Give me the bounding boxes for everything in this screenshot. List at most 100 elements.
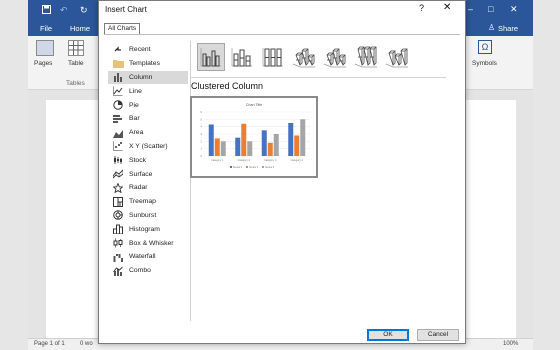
chart-type-label: Column xyxy=(129,73,153,81)
chart-type-waterfall[interactable]: Waterfall xyxy=(108,250,188,264)
chart-type-bar[interactable]: Bar xyxy=(108,112,188,126)
tab-file[interactable]: File xyxy=(40,24,52,33)
preview-bar xyxy=(247,141,253,156)
chart-type-label: X Y (Scatter) xyxy=(129,142,168,150)
chart-preview[interactable]: Chart Title 0 1 2 3 4 5 6 Category 1 Category 2 Ca… xyxy=(190,96,318,178)
close-window-icon[interactable]: ✕ xyxy=(510,4,518,14)
subtype-3d-clustered-column-icon[interactable] xyxy=(290,43,318,71)
chart-type-column[interactable]: Column xyxy=(108,70,188,85)
column-chart-icon xyxy=(112,72,124,83)
subtype-3d-100-stacked-column-icon[interactable] xyxy=(352,43,380,71)
chart-type-label: Stock xyxy=(129,156,146,164)
waterfall-chart-icon xyxy=(112,252,124,262)
pie-chart-icon xyxy=(112,100,124,110)
preview-y-tick: 2 xyxy=(201,139,203,143)
save-icon[interactable] xyxy=(42,5,51,16)
chart-type-area[interactable]: Area xyxy=(108,126,188,140)
close-icon[interactable]: ✕ xyxy=(443,2,451,13)
subtype-100-stacked-column-icon[interactable] xyxy=(259,43,287,71)
undo-icon[interactable]: ↶ xyxy=(60,5,68,15)
page-count[interactable]: Page 1 of 1 xyxy=(34,341,65,347)
radar-chart-icon xyxy=(112,182,124,193)
preview-title: Chart Title xyxy=(246,103,262,107)
tab-home[interactable]: Home xyxy=(70,24,90,33)
preview-legend-swatch xyxy=(230,166,232,168)
recent-icon xyxy=(112,45,124,55)
help-icon[interactable]: ? xyxy=(419,3,424,13)
insert-chart-dialog: Insert Chart ? ✕ All Charts Recent Templa… xyxy=(98,0,466,344)
chart-type-line[interactable]: Line xyxy=(108,84,188,98)
sunburst-chart-icon xyxy=(112,210,124,221)
preview-bar xyxy=(235,137,241,156)
chart-type-box-whisker[interactable]: Box & Whisker xyxy=(108,236,188,250)
chart-type-label: Bar xyxy=(129,115,140,123)
minimize-icon[interactable]: – xyxy=(468,4,473,14)
box-whisker-chart-icon xyxy=(112,238,124,248)
scatter-chart-icon xyxy=(112,141,124,152)
preview-y-tick: 0 xyxy=(201,154,203,158)
symbols-button[interactable]: Symbols xyxy=(472,60,497,67)
chart-type-label: Radar xyxy=(129,184,148,192)
omega-symbol-icon[interactable]: Ω xyxy=(478,40,492,54)
preview-y-tick: 1 xyxy=(201,147,203,151)
chart-type-label: Templates xyxy=(129,60,160,68)
share-person-icon[interactable]: ♙ xyxy=(488,23,495,33)
chart-type-x-y-scatter[interactable]: X Y (Scatter) xyxy=(108,140,188,154)
chart-type-label: Box & Whisker xyxy=(129,239,174,247)
preview-legend-label: Series 3 xyxy=(265,166,275,169)
preview-bar xyxy=(300,119,306,156)
chart-type-label: Treemap xyxy=(129,198,156,206)
preview-y-tick: 5 xyxy=(201,117,203,121)
preview-category-label: Category 3 xyxy=(264,159,277,162)
combo-chart-icon xyxy=(112,266,124,276)
chart-type-pie[interactable]: Pie xyxy=(108,98,188,112)
chart-type-label: Combo xyxy=(129,267,151,275)
chart-type-label: Recent xyxy=(129,46,151,54)
chart-type-label: Area xyxy=(129,129,144,137)
preview-bar xyxy=(294,135,300,156)
chart-type-label: Sunburst xyxy=(129,211,157,219)
cancel-button[interactable]: Cancel xyxy=(417,329,459,341)
subtype-3d-column-icon[interactable] xyxy=(383,43,411,71)
subtype-stacked-column-icon[interactable] xyxy=(228,43,256,71)
table-button[interactable]: Table xyxy=(68,60,84,67)
subtype-clustered-column-icon[interactable] xyxy=(197,43,225,71)
share-button[interactable]: Share xyxy=(498,24,518,33)
preview-bar xyxy=(267,142,273,156)
chart-type-recent[interactable]: Recent xyxy=(108,43,188,57)
zoom-level[interactable]: 100% xyxy=(503,341,518,347)
chart-type-list: Recent Templates Column Line Pie Bar Area X Y (… xyxy=(108,43,188,278)
variant-title: Clustered Column xyxy=(191,81,264,91)
chart-type-treemap[interactable]: Treemap xyxy=(108,195,188,209)
table-icon[interactable] xyxy=(68,40,84,56)
preview-bar xyxy=(241,123,247,156)
chart-type-sunburst[interactable]: Sunburst xyxy=(108,209,188,223)
subtype-3d-stacked-column-icon[interactable] xyxy=(321,43,349,71)
chart-type-stock[interactable]: Stock xyxy=(108,153,188,167)
redo-icon[interactable]: ↻ xyxy=(80,5,88,15)
preview-category-label: Category 4 xyxy=(291,159,304,162)
chart-type-templates[interactable]: Templates xyxy=(108,57,188,71)
chart-type-surface[interactable]: Surface xyxy=(108,167,188,181)
preview-category-label: Category 1 xyxy=(211,159,224,162)
word-count[interactable]: 0 wo xyxy=(80,341,93,347)
tables-group-label: Tables xyxy=(66,80,85,87)
tab-divider xyxy=(104,34,460,35)
dialog-title: Insert Chart xyxy=(105,5,147,14)
chart-type-combo[interactable]: Combo xyxy=(108,264,188,278)
ok-button[interactable]: OK xyxy=(367,329,409,341)
chart-type-radar[interactable]: Radar xyxy=(108,181,188,195)
preview-bar xyxy=(288,123,294,156)
chart-type-histogram[interactable]: Histogram xyxy=(108,222,188,236)
chart-type-label: Histogram xyxy=(129,225,160,233)
line-chart-icon xyxy=(112,86,124,97)
surface-chart-icon xyxy=(112,169,124,179)
preview-y-tick: 4 xyxy=(201,125,203,129)
preview-y-tick: 6 xyxy=(201,110,203,114)
maximize-icon[interactable]: □ xyxy=(488,4,493,14)
chart-type-label: Surface xyxy=(129,170,153,178)
preview-legend-label: Series 2 xyxy=(249,166,259,169)
tab-all-charts[interactable]: All Charts xyxy=(104,23,141,34)
pages-icon[interactable] xyxy=(36,40,54,56)
pages-button[interactable]: Pages xyxy=(34,60,52,67)
